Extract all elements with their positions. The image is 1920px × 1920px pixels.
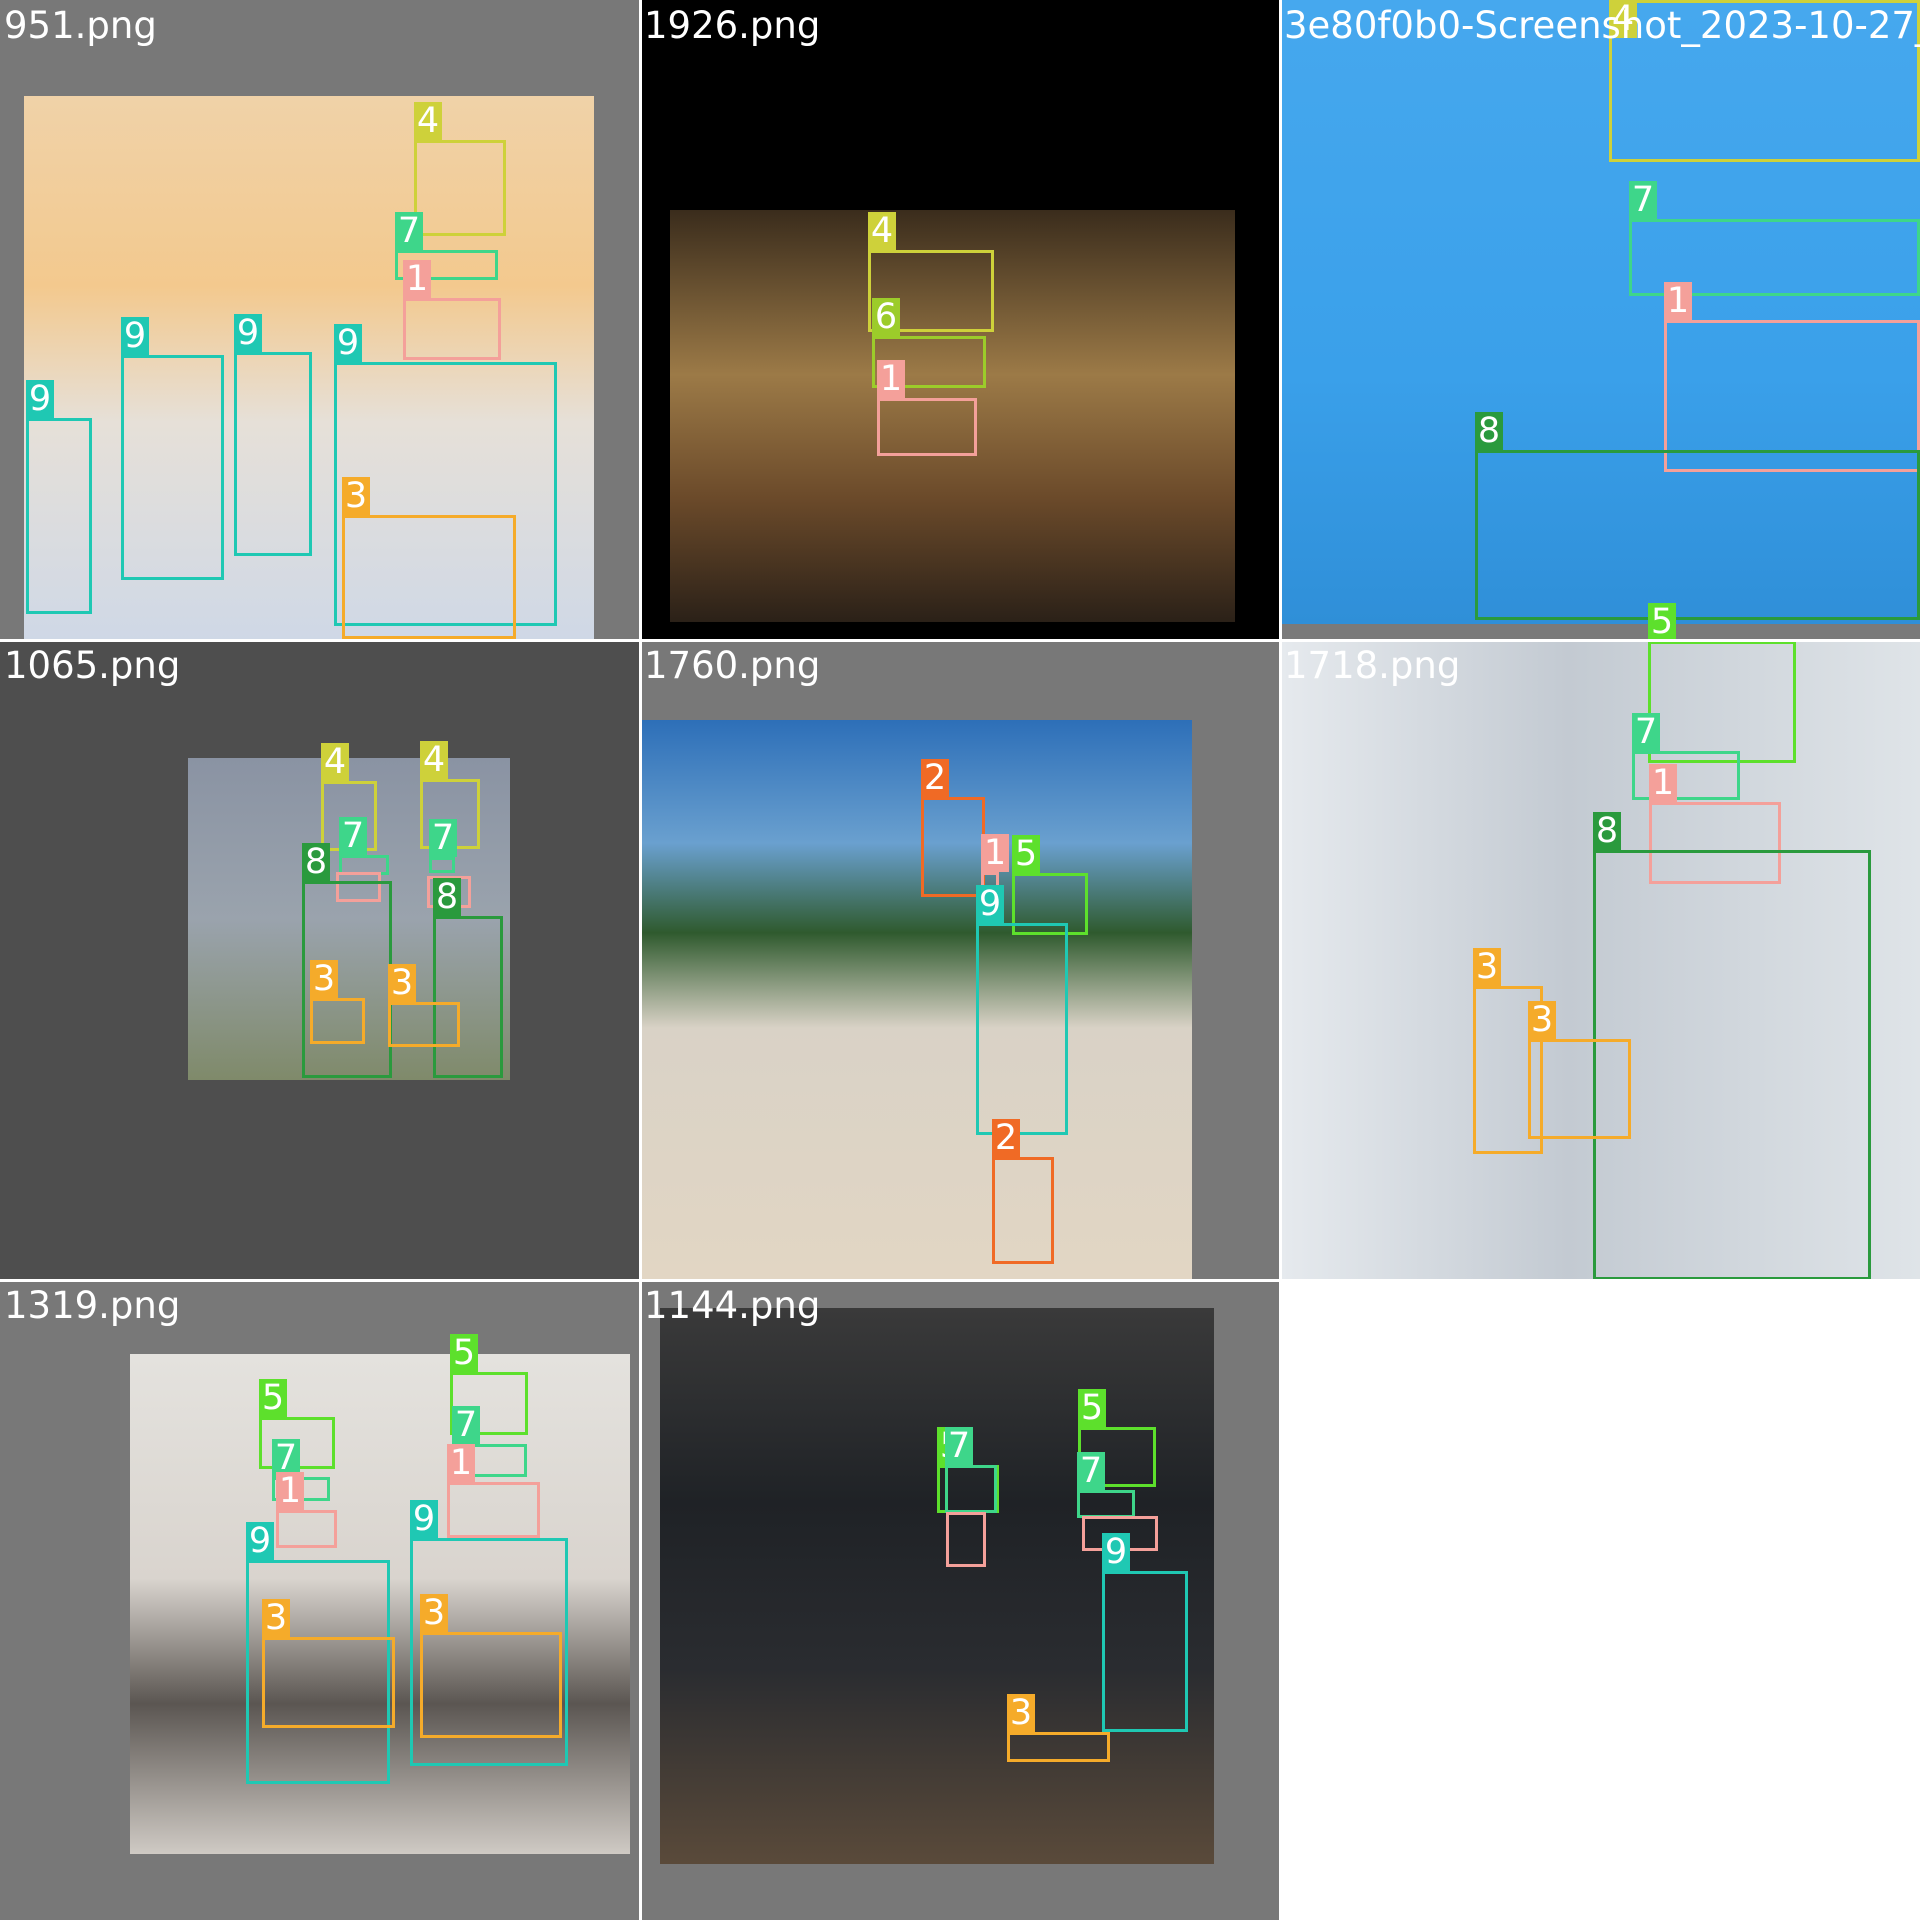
grid-divider-horizontal	[0, 1279, 1920, 1282]
bbox-class-label: 9	[976, 885, 1004, 923]
bbox-class-3: 3	[388, 964, 460, 1047]
bbox-class-3: 3	[262, 1599, 395, 1728]
tile-filename: 3e80f0b0-Screenshot_2023-10-27_19	[1284, 4, 1920, 47]
bbox-class-label: 9	[234, 314, 262, 352]
bbox-class-label: 1	[1664, 282, 1692, 320]
tile-photo	[640, 720, 1192, 1280]
bbox-class-label: 8	[1593, 812, 1621, 850]
bbox-class-label: 7	[339, 817, 367, 855]
bbox-class-label: 1	[276, 1472, 304, 1510]
bbox-class-2: 2	[992, 1119, 1054, 1264]
grid-divider-vertical	[639, 0, 642, 1920]
tile-filename: 1319.png	[4, 1284, 181, 1327]
bbox-class-label: 4	[321, 743, 349, 781]
bbox-class-label: 5	[259, 1379, 287, 1417]
bbox-class-3: 3	[1528, 1001, 1631, 1139]
bbox-class-label: 9	[246, 1522, 274, 1560]
bbox-class-4: 4	[414, 102, 506, 236]
mosaic-tile: 1760.png	[640, 640, 1280, 1280]
bbox-class-label: 6	[872, 298, 900, 336]
bbox-class-label: 9	[410, 1500, 438, 1538]
bbox-class-1	[946, 1512, 986, 1567]
bbox-class-label: 5	[1078, 1389, 1106, 1427]
bbox-class-3: 3	[310, 960, 365, 1044]
bbox-class-label: 7	[395, 212, 423, 250]
bbox-class-label: 1	[877, 360, 905, 398]
bbox-class-label: 4	[420, 741, 448, 779]
tile-filename: 1718.png	[1284, 644, 1461, 687]
bbox-class-label: 8	[1475, 412, 1503, 450]
bbox-class-label: 5	[450, 1334, 478, 1372]
bbox-class-label: 3	[1528, 1001, 1556, 1039]
bbox-class-label: 3	[1473, 948, 1501, 986]
bbox-class-label: 3	[420, 1594, 448, 1632]
bbox-class-label: 9	[1102, 1533, 1130, 1571]
bbox-class-label: 9	[334, 324, 362, 362]
bbox-class-9: 9	[121, 317, 224, 580]
bbox-class-9: 9	[26, 380, 92, 614]
bbox-class-label: 3	[1007, 1694, 1035, 1732]
bbox-class-label: 3	[342, 477, 370, 515]
bbox-class-label: 1	[981, 834, 1009, 872]
bbox-class-7: 7	[429, 819, 457, 873]
bbox-class-label: 5	[1012, 835, 1040, 873]
grid-divider-horizontal	[0, 639, 1920, 642]
bbox-class-label: 7	[1077, 1452, 1105, 1490]
bbox-class-label: 9	[26, 380, 54, 418]
bbox-class-label: 4	[868, 212, 896, 250]
tile-filename: 1144.png	[644, 1284, 821, 1327]
bbox-class-8: 8	[433, 878, 503, 1078]
bbox-class-label: 9	[121, 317, 149, 355]
bbox-class-7: 7	[1077, 1452, 1135, 1518]
tile-filename: 1926.png	[644, 4, 821, 47]
bbox-class-label: 1	[403, 260, 431, 298]
tile-filename: 1760.png	[644, 644, 821, 687]
bbox-class-label: 7	[1629, 181, 1657, 219]
bbox-class-1: 1	[447, 1444, 540, 1538]
bbox-class-8: 8	[1475, 412, 1920, 620]
bbox-class-label: 3	[310, 960, 338, 998]
bbox-class-label: 8	[302, 843, 330, 881]
bbox-class-label: 1	[1649, 764, 1677, 802]
bbox-class-2: 2	[921, 759, 985, 897]
bbox-class-label: 1	[447, 1444, 475, 1482]
bbox-class-label: 3	[388, 964, 416, 1002]
bbox-class-1: 1	[403, 260, 501, 360]
bbox-class-label: 7	[1632, 713, 1660, 751]
bbox-class-label: 2	[921, 759, 949, 797]
bbox-class-label: 8	[433, 878, 461, 916]
bbox-class-3: 3	[1007, 1694, 1110, 1762]
bbox-class-5: 5	[1648, 603, 1796, 763]
label-mosaic: 951.png 4 7 1 9 9 9 9 3 1926.png 4 6 1 3e80f0b0-Scree…	[0, 0, 1920, 1920]
bbox-class-9: 9	[976, 885, 1068, 1135]
bbox-class-label: 7	[945, 1427, 973, 1465]
bbox-class-label: 4	[414, 102, 442, 140]
bbox-class-1: 1	[276, 1472, 337, 1548]
bbox-class-label: 7	[452, 1406, 480, 1444]
bbox-class-3: 3	[342, 477, 516, 639]
bbox-class-8: 8	[1593, 812, 1871, 1280]
bbox-class-label: 5	[1648, 603, 1676, 641]
bbox-class-label: 7	[429, 819, 457, 857]
bbox-class-7: 7	[945, 1427, 997, 1513]
tile-filename: 951.png	[4, 4, 157, 47]
bbox-class-9: 9	[234, 314, 312, 556]
grid-divider-vertical	[1279, 0, 1282, 1920]
bbox-class-3: 3	[420, 1594, 562, 1738]
tile-filename: 1065.png	[4, 644, 181, 687]
bbox-class-1: 1	[877, 360, 977, 456]
bbox-class-9: 9	[1102, 1533, 1188, 1732]
bbox-class-label: 2	[992, 1119, 1020, 1157]
bbox-class-label: 3	[262, 1599, 290, 1637]
